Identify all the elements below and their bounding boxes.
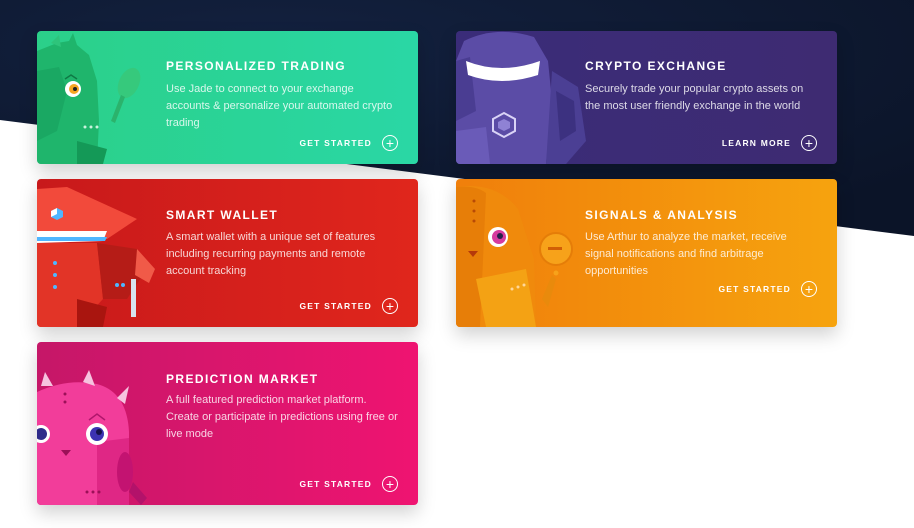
- cta-label: GET STARTED: [299, 301, 372, 311]
- get-started-button[interactable]: GET STARTED +: [299, 298, 398, 314]
- crypto-exchange-card[interactable]: CRYPTO EXCHANGE Securely trade your popu…: [456, 31, 837, 164]
- learn-more-button[interactable]: LEARN MORE +: [722, 135, 817, 151]
- card-title: SIGNALS & ANALYSIS: [585, 208, 738, 222]
- card-title: PERSONALIZED TRADING: [166, 59, 347, 73]
- plus-circle-icon: +: [801, 281, 817, 297]
- cta-label: LEARN MORE: [721, 138, 791, 148]
- card-description: Use Jade to connect to your exchange acc…: [166, 83, 393, 129]
- prediction-market-card[interactable]: PREDICTION MARKET A full featured predic…: [37, 342, 418, 505]
- plus-circle-icon: +: [801, 135, 817, 151]
- plus-circle-icon: +: [382, 476, 398, 492]
- pink-robot-illustration: [37, 370, 147, 505]
- card-description: Use Arthur to analyze the market, receiv…: [585, 231, 787, 277]
- card-description: Securely trade your popular crypto asset…: [585, 83, 804, 112]
- cta-label: GET STARTED: [299, 479, 372, 489]
- cta-label: GET STARTED: [299, 138, 372, 148]
- orange-robot-illustration: [456, 185, 573, 327]
- card-title: SMART WALLET: [166, 208, 279, 222]
- plus-circle-icon: +: [382, 135, 398, 151]
- get-started-button[interactable]: GET STARTED +: [299, 135, 398, 151]
- card-title: PREDICTION MARKET: [166, 372, 319, 386]
- get-started-button[interactable]: GET STARTED +: [718, 281, 817, 297]
- card-description: A smart wallet with a unique set of feat…: [166, 231, 376, 277]
- card-title: CRYPTO EXCHANGE: [585, 59, 727, 73]
- smart-wallet-card[interactable]: SMART WALLET A smart wallet with a uniqu…: [37, 179, 418, 327]
- signals-analysis-card[interactable]: SIGNALS & ANALYSIS Use Arthur to analyze…: [456, 179, 837, 327]
- card-description: A full featured prediction market platfo…: [166, 394, 398, 440]
- cta-label: GET STARTED: [718, 284, 791, 294]
- get-started-button[interactable]: GET STARTED +: [299, 476, 398, 492]
- green-robot-illustration: [37, 33, 141, 164]
- red-robot-illustration: [37, 187, 155, 327]
- purple-robot-illustration: [456, 31, 586, 164]
- personalized-trading-card[interactable]: PERSONALIZED TRADING Use Jade to connect…: [37, 31, 418, 164]
- plus-circle-icon: +: [382, 298, 398, 314]
